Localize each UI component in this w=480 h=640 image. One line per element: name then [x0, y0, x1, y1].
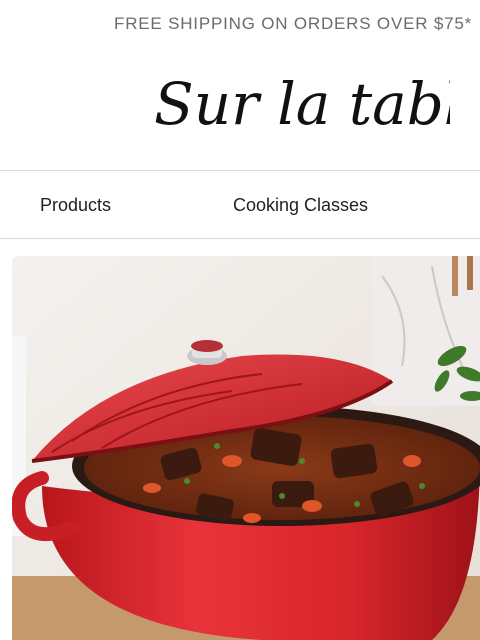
header: Sur la table — [0, 50, 480, 170]
promo-text[interactable]: FREE SHIPPING ON ORDERS OVER $75* — [114, 14, 472, 33]
nav-item-products[interactable]: Products — [40, 195, 111, 216]
brand-logo[interactable]: Sur la table — [150, 62, 450, 142]
promo-banner[interactable]: FREE SHIPPING ON ORDERS OVER $75* — [0, 0, 480, 50]
nav-item-cooking-classes[interactable]: Cooking Classes — [233, 195, 368, 216]
main-nav: Products Cooking Classes — [0, 170, 480, 239]
logo-wordmark: Sur la table — [154, 70, 450, 138]
hero-image[interactable] — [12, 256, 480, 640]
logo-text: Sur la table — [154, 70, 450, 138]
dutch-oven-photo — [12, 256, 480, 640]
